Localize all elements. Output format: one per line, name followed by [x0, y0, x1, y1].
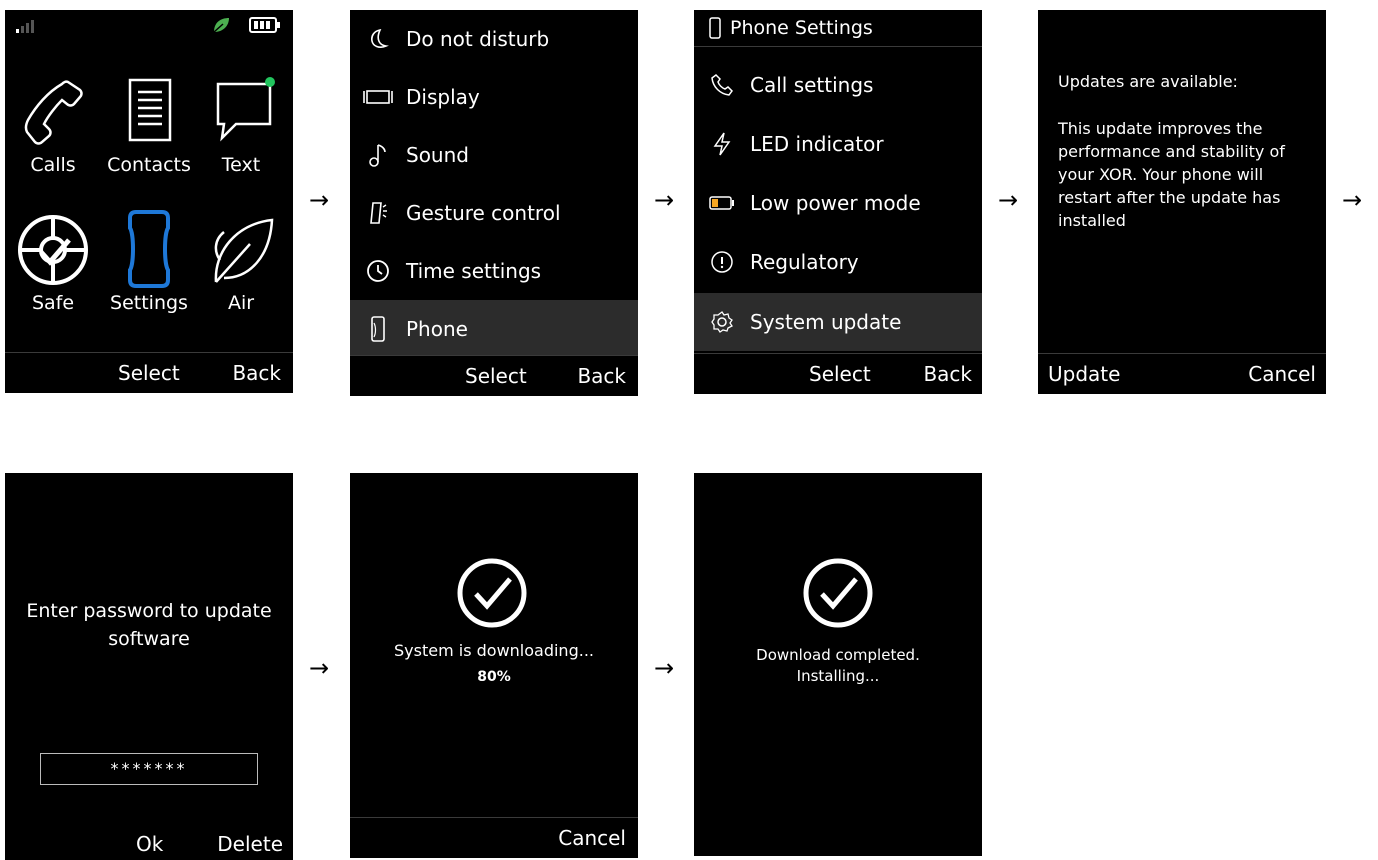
- battery-low-icon: [709, 196, 734, 210]
- app-label: Calls: [30, 154, 76, 176]
- delete-softkey[interactable]: Delete: [217, 832, 283, 856]
- app-label: Text: [221, 154, 261, 176]
- menu-item-do-not-disturb[interactable]: Do not disturb: [350, 10, 638, 68]
- menu-item-display[interactable]: Display: [350, 68, 638, 126]
- app-calls[interactable]: Calls: [5, 76, 101, 176]
- flow-arrow: →: [998, 186, 1019, 214]
- app-contacts[interactable]: Contacts: [101, 76, 197, 176]
- cancel-softkey[interactable]: Cancel: [558, 826, 626, 850]
- completed-line-2: Installing...: [796, 667, 880, 685]
- menu-item-label: LED indicator: [750, 132, 884, 156]
- menu-item-sound[interactable]: Sound: [350, 126, 638, 184]
- phone-handset-icon: [711, 74, 733, 96]
- softkey-bar: Cancel: [350, 817, 638, 858]
- menu-item-label: Regulatory: [750, 250, 859, 274]
- phone-settings-screen: Phone Settings Call settings LED indicat…: [694, 10, 982, 394]
- menu-item-label: Time settings: [406, 259, 542, 283]
- info-icon: [711, 251, 733, 273]
- downloading-screen: System is downloading... 80% Cancel: [350, 473, 638, 858]
- menu-item-label: Do not disturb: [406, 27, 550, 51]
- password-screen: Enter password to update software ******…: [5, 473, 293, 860]
- page-title: Phone Settings: [730, 17, 873, 39]
- menu-item-label: Sound: [406, 143, 469, 167]
- menu-item-led-indicator[interactable]: LED indicator: [694, 115, 982, 173]
- notification-dot: [265, 77, 275, 87]
- softkey-bar: Ok Delete: [5, 820, 293, 860]
- status-bar: [5, 10, 293, 40]
- back-softkey[interactable]: Back: [577, 364, 626, 388]
- password-prompt: Enter password to update software: [26, 600, 272, 650]
- flow-arrow: →: [309, 654, 330, 682]
- flow-arrow: →: [1342, 186, 1363, 214]
- app-label: Safe: [31, 292, 75, 314]
- menu-item-label: Display: [406, 85, 480, 109]
- menu-item-time-settings[interactable]: Time settings: [350, 242, 638, 300]
- ok-softkey[interactable]: Ok: [136, 832, 163, 856]
- softkey-bar: Update Cancel: [1038, 353, 1326, 394]
- app-air[interactable]: Air: [193, 212, 289, 314]
- flow-arrow: →: [654, 186, 675, 214]
- check-circle-icon: [803, 558, 873, 628]
- leaf-status-icon: [213, 18, 229, 33]
- menu-item-call-settings[interactable]: Call settings: [694, 56, 982, 114]
- menu-item-regulatory[interactable]: Regulatory: [694, 233, 982, 291]
- flow-arrow: →: [654, 654, 675, 682]
- select-softkey[interactable]: Select: [465, 364, 527, 388]
- phone-device-icon: [709, 17, 721, 39]
- leaf-icon: [214, 218, 274, 283]
- menu-item-low-power-mode[interactable]: Low power mode: [694, 174, 982, 232]
- app-text[interactable]: Text: [193, 76, 289, 176]
- display-icon: [363, 90, 393, 104]
- update-softkey[interactable]: Update: [1048, 362, 1120, 386]
- password-input[interactable]: *******: [40, 753, 258, 785]
- back-softkey[interactable]: Back: [923, 362, 972, 386]
- phone-handset-icon: [24, 80, 83, 145]
- lightning-icon: [713, 132, 731, 156]
- chat-bubble-icon: [216, 77, 275, 142]
- check-circle-icon: [457, 558, 527, 628]
- settings-screen: Do not disturb Display Sound Gesture con…: [350, 10, 638, 396]
- menu-item-label: Low power mode: [750, 191, 921, 215]
- menu-item-label: System update: [750, 310, 902, 334]
- app-safe[interactable]: Safe: [5, 212, 101, 314]
- menu-item-gesture-control[interactable]: Gesture control: [350, 184, 638, 242]
- download-completed-screen: Download completed. Installing...: [694, 473, 982, 856]
- safe-icon: [18, 215, 88, 285]
- menu-item-label: Gesture control: [406, 201, 561, 225]
- update-description: This update improves the performance and…: [1058, 119, 1285, 230]
- home-screen: Calls Contacts Text Safe Settings Air Se…: [5, 10, 293, 393]
- music-note-icon: [369, 144, 386, 167]
- phone-device-icon: [128, 210, 170, 288]
- signal-icon: [16, 20, 34, 33]
- moon-icon: [371, 28, 389, 48]
- menu-item-label: Call settings: [750, 73, 874, 97]
- menu-item-system-update[interactable]: System update: [694, 293, 982, 351]
- flow-arrow: →: [309, 186, 330, 214]
- app-label: Contacts: [107, 154, 191, 176]
- contacts-list-icon: [128, 78, 172, 142]
- phone-device-icon: [371, 316, 385, 342]
- app-label: Air: [227, 292, 255, 314]
- download-status: System is downloading...: [394, 641, 594, 660]
- softkey-bar: Select Back: [5, 352, 293, 393]
- clock-icon: [367, 260, 389, 282]
- menu-item-label: Phone: [406, 317, 468, 341]
- completed-line-1: Download completed.: [756, 646, 920, 664]
- select-softkey[interactable]: Select: [118, 361, 180, 385]
- app-settings[interactable]: Settings: [101, 210, 197, 314]
- download-progress: 80%: [477, 669, 511, 685]
- update-available-screen: Updates are available: This update impro…: [1038, 10, 1326, 394]
- back-softkey[interactable]: Back: [232, 361, 281, 385]
- update-heading: Updates are available:: [1058, 72, 1238, 91]
- softkey-bar: Select Back: [694, 353, 982, 394]
- screen-header: Phone Settings: [694, 10, 982, 47]
- gesture-icon: [370, 202, 387, 224]
- select-softkey[interactable]: Select: [809, 362, 871, 386]
- cancel-softkey[interactable]: Cancel: [1248, 362, 1316, 386]
- app-label: Settings: [110, 292, 188, 314]
- softkey-bar: Select Back: [350, 355, 638, 396]
- battery-icon: [249, 17, 280, 33]
- gear-icon: [711, 311, 733, 333]
- menu-item-phone[interactable]: Phone: [350, 300, 638, 358]
